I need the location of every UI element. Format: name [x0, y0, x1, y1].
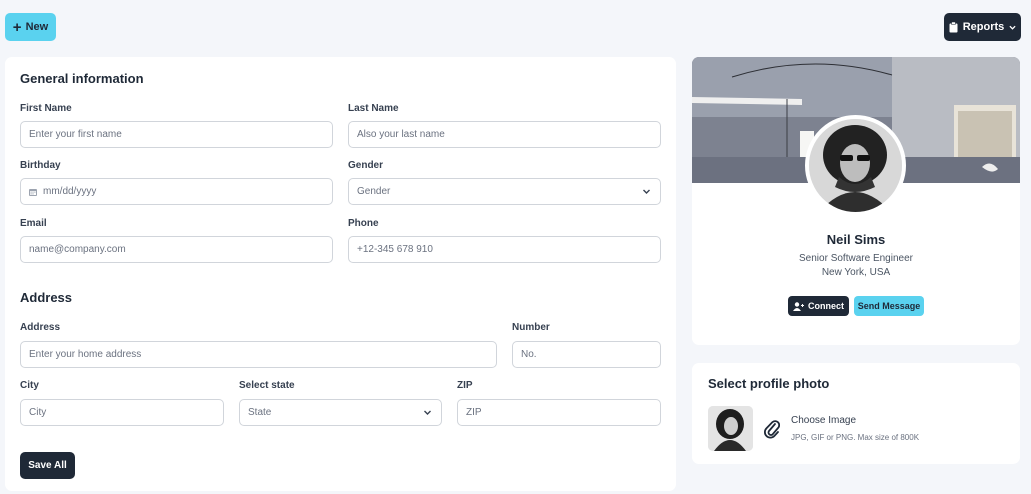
city-input[interactable]: City — [20, 399, 224, 426]
reports-button-label: Reports — [962, 21, 1005, 33]
email-placeholder: name@company.com — [29, 244, 126, 255]
calendar-icon — [29, 188, 37, 196]
birthday-input[interactable]: mm/dd/yyyy — [20, 178, 333, 205]
choose-image-label[interactable]: Choose Image — [791, 415, 856, 426]
address-title: Address — [20, 290, 73, 305]
city-placeholder: City — [29, 407, 47, 418]
number-label: Number — [512, 322, 550, 333]
city-label: City — [20, 380, 39, 391]
number-placeholder: No. — [521, 349, 537, 360]
profile-name: Neil Sims — [826, 232, 886, 247]
send-message-button[interactable]: Send Message — [854, 296, 924, 316]
chevron-down-icon — [1009, 25, 1016, 30]
file-type-hint: JPG, GIF or PNG. Max size of 800K — [791, 433, 920, 442]
reports-button[interactable]: Reports — [944, 13, 1021, 41]
first-name-label: First Name — [20, 103, 72, 114]
first-name-placeholder: Enter your first name — [29, 129, 122, 140]
photo-thumbnail — [708, 406, 753, 451]
profile-location: New York, USA — [821, 267, 891, 278]
last-name-placeholder: Also your last name — [357, 129, 445, 140]
phone-label: Phone — [348, 218, 379, 229]
address-input[interactable]: Enter your home address — [20, 341, 497, 368]
email-input[interactable]: name@company.com — [20, 236, 333, 263]
last-name-label: Last Name — [348, 103, 399, 114]
paperclip-icon[interactable] — [764, 419, 780, 439]
state-label: Select state — [239, 380, 295, 391]
new-button-label: New — [25, 21, 49, 33]
address-label: Address — [20, 322, 61, 333]
address-placeholder: Enter your home address — [29, 349, 142, 360]
clipboard-icon — [949, 21, 958, 32]
avatar — [805, 115, 906, 216]
profile-card: Neil Sims Senior Software Engineer New Y… — [692, 57, 1020, 345]
gender-select-value: Gender — [357, 186, 391, 197]
chevron-down-icon — [643, 189, 650, 194]
new-button[interactable]: + New — [5, 13, 56, 41]
birthday-placeholder: mm/dd/yyyy — [43, 186, 97, 197]
last-name-input[interactable]: Also your last name — [348, 121, 661, 148]
zip-placeholder: ZIP — [466, 407, 482, 418]
connect-button-label: Connect — [808, 301, 844, 311]
profile-photo-title: Select profile photo — [708, 376, 830, 391]
user-plus-icon — [793, 301, 804, 311]
chevron-down-icon — [424, 410, 431, 415]
general-info-title: General information — [20, 71, 144, 86]
plus-icon: + — [12, 18, 22, 36]
first-name-input[interactable]: Enter your first name — [20, 121, 333, 148]
state-select[interactable]: State — [239, 399, 442, 426]
phone-placeholder: +12-345 678 910 — [357, 244, 433, 255]
profile-job-title: Senior Software Engineer — [799, 253, 913, 264]
email-label: Email — [20, 218, 47, 229]
birthday-label: Birthday — [20, 160, 61, 171]
save-all-button[interactable]: Save All — [20, 452, 75, 479]
connect-button[interactable]: Connect — [788, 296, 849, 316]
phone-input[interactable]: +12-345 678 910 — [348, 236, 661, 263]
number-input[interactable]: No. — [512, 341, 661, 368]
gender-label: Gender — [348, 160, 384, 171]
profile-photo-card: Select profile photo Choose Image JPG, G… — [692, 363, 1020, 464]
zip-input[interactable]: ZIP — [457, 399, 661, 426]
general-info-card: General information First Name Enter you… — [5, 57, 676, 491]
state-select-value: State — [248, 407, 272, 418]
gender-select[interactable]: Gender — [348, 178, 661, 205]
zip-label: ZIP — [457, 380, 473, 391]
